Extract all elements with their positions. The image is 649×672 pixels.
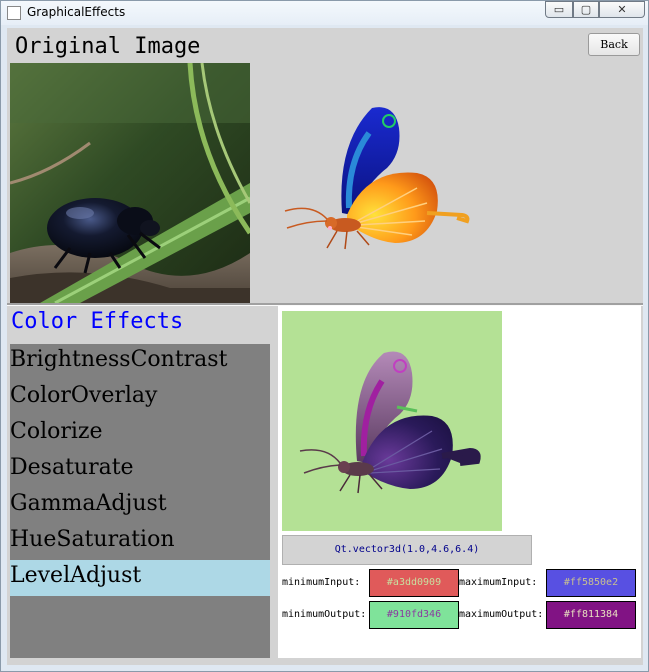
effect-preview (282, 311, 502, 531)
effect-item-gammaadjust[interactable]: GammaAdjust (10, 488, 270, 524)
app-icon (7, 6, 21, 20)
maximize-button[interactable]: ▢ (573, 1, 599, 18)
effects-list[interactable]: BrightnessContrast ColorOverlay Colorize… (10, 344, 270, 658)
preview-panel: Qt.vector3d(1.0,4.6,6.4) minimumInput: #… (278, 306, 641, 658)
effect-item-coloroverlay[interactable]: ColorOverlay (10, 380, 270, 416)
effect-item-huesaturation[interactable]: HueSaturation (10, 524, 270, 560)
beetle-image (10, 63, 250, 303)
back-button[interactable]: Back (588, 33, 640, 56)
gamma-vector-button[interactable]: Qt.vector3d(1.0,4.6,6.4) (282, 535, 532, 565)
minimum-input-label: minimumInput: (282, 577, 361, 588)
butterfly-image (277, 103, 477, 253)
maximum-input-swatch[interactable]: #ff5850e2 (546, 569, 636, 597)
minimum-output-label: minimumOutput: (282, 609, 367, 620)
minimize-button[interactable]: ▭ (545, 1, 573, 18)
original-image-title: Original Image (15, 34, 201, 59)
close-button[interactable]: ✕ (599, 1, 645, 18)
minimum-input-swatch[interactable]: #a3dd0909 (369, 569, 459, 597)
effect-item-colorize[interactable]: Colorize (10, 416, 270, 452)
maximum-output-swatch[interactable]: #ff811384 (546, 601, 636, 629)
title-bar[interactable]: GraphicalEffects ▭ ▢ ✕ (1, 1, 648, 25)
color-effects-title: Color Effects (11, 309, 184, 334)
maximum-output-label: maximumOutput: (459, 609, 544, 620)
minimum-output-swatch[interactable]: #910fd346 (369, 601, 459, 629)
effect-item-desaturate[interactable]: Desaturate (10, 452, 270, 488)
maximum-input-label: maximumInput: (459, 577, 538, 588)
app-window: GraphicalEffects ▭ ▢ ✕ Original Image Ba… (0, 0, 649, 672)
window-title: GraphicalEffects (27, 5, 126, 19)
client-area: Original Image Back Color Effects Bright… (7, 28, 643, 665)
effect-item-leveladjust[interactable]: LevelAdjust (10, 560, 270, 596)
effect-item-brightnesscontrast[interactable]: BrightnessContrast (10, 344, 270, 380)
